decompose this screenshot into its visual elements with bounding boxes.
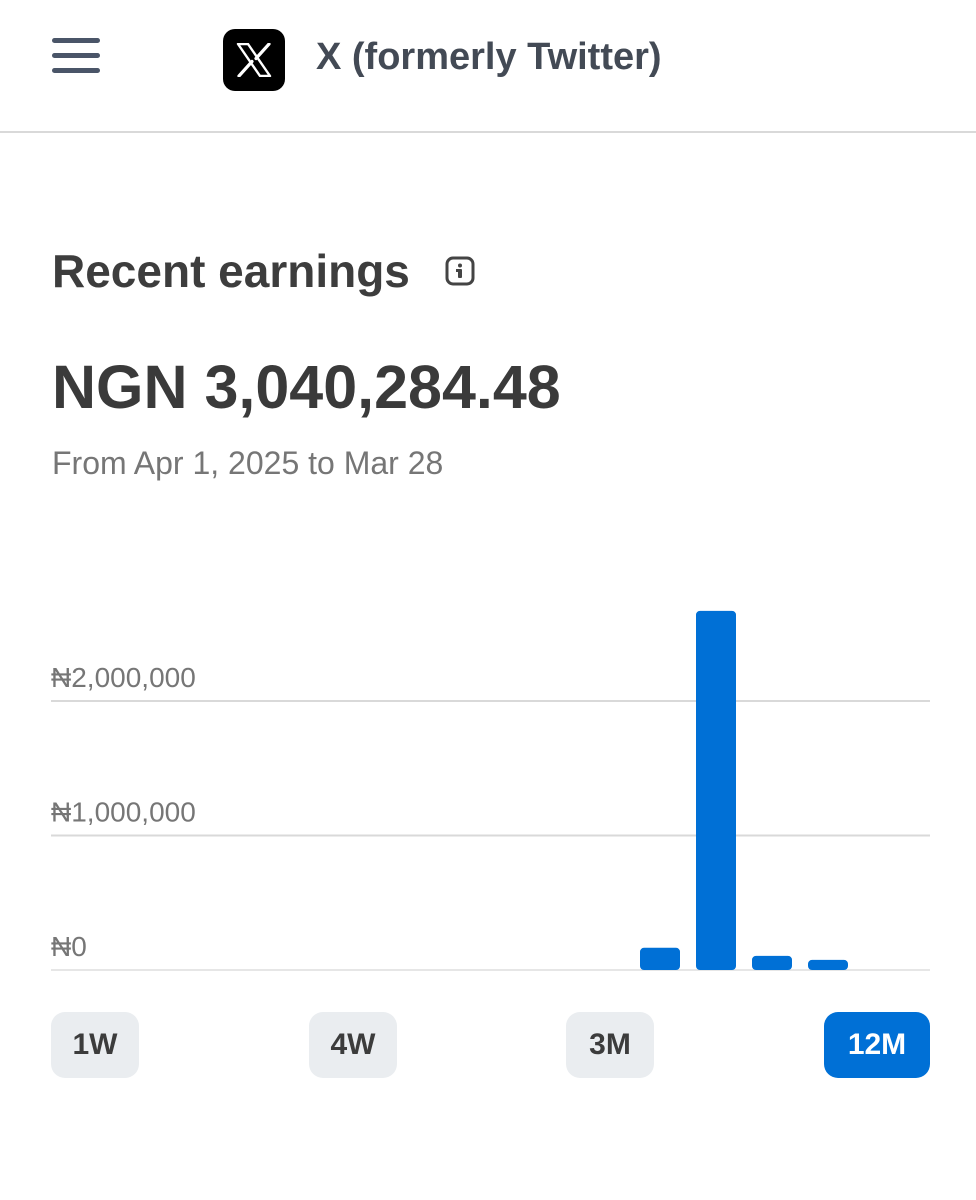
bar [808, 959, 848, 970]
top-app-bar: X (formerly Twitter) [0, 0, 976, 133]
y-tick-label: ₦2,000,000 [51, 662, 196, 693]
date-range: From Apr 1, 2025 to Mar 28 [52, 445, 444, 481]
y-tick-label: ₦1,000,000 [51, 797, 196, 828]
range-button-4w[interactable]: 4W [309, 1012, 397, 1078]
range-button-3m[interactable]: 3M [566, 1012, 654, 1078]
hamburger-menu-icon[interactable] [52, 36, 102, 76]
range-button-1w[interactable]: 1W [51, 1012, 139, 1078]
bar [752, 955, 792, 970]
app-title: X (formerly Twitter) [316, 36, 662, 78]
range-button-12m[interactable]: 12M [824, 1012, 930, 1078]
earnings-amount: NGN 3,040,284.48 [52, 353, 561, 421]
bar [640, 947, 680, 970]
earnings-bar-chart: ₦2,000,000 ₦1,000,000 ₦0 [51, 610, 930, 971]
info-icon[interactable] [445, 256, 475, 286]
x-logo-icon [223, 29, 285, 91]
section-title: Recent earnings [52, 245, 410, 297]
bar [696, 610, 736, 970]
y-tick-label: ₦0 [51, 931, 87, 962]
